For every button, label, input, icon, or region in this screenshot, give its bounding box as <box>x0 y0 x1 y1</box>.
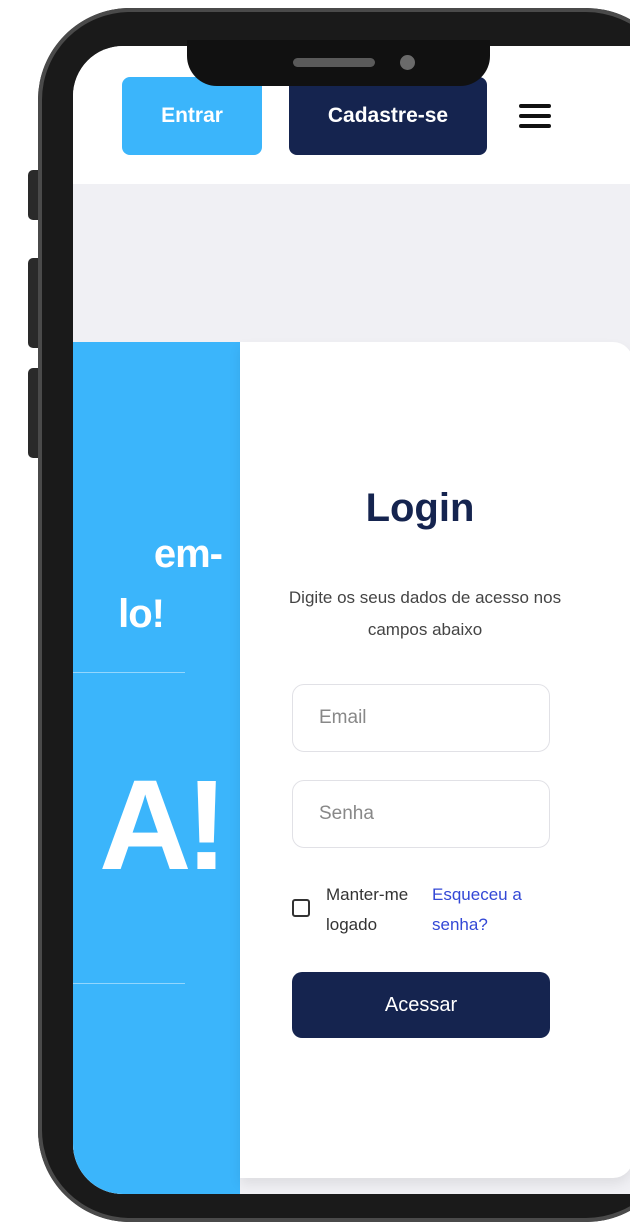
senha-input[interactable] <box>292 780 550 848</box>
menu-bar <box>519 124 551 128</box>
email-input[interactable] <box>292 684 550 752</box>
remember-me: Manter-me logado <box>292 880 426 940</box>
phone-screen: Entrar Cadastre-se em- lo! A! Login Digi… <box>73 46 630 1194</box>
menu-bar <box>519 114 551 118</box>
remember-me-label: Manter-me logado <box>326 885 409 934</box>
forgot-password-link[interactable]: Esqueceu a senha? <box>432 880 542 940</box>
promo-heading-line-1: em- <box>153 532 223 576</box>
acessar-button[interactable]: Acessar <box>292 972 550 1038</box>
menu-bar <box>519 104 551 108</box>
promo-heading-line-2: lo! <box>118 592 165 636</box>
login-subtitle: Digite os seus dados de acesso nos campo… <box>288 588 562 639</box>
promo-divider <box>73 672 185 673</box>
entrar-button[interactable]: Entrar <box>122 77 262 155</box>
promo-panel: em- lo! A! <box>73 342 240 1194</box>
login-title: Login <box>365 486 475 530</box>
front-camera <box>400 55 415 70</box>
login-card: Login Digite os seus dados de acesso nos… <box>240 342 630 1178</box>
promo-divider <box>73 983 185 984</box>
page: Entrar Cadastre-se em- lo! A! Login Digi… <box>0 0 630 1224</box>
promo-logo-text: A! <box>98 754 228 897</box>
remember-me-checkbox[interactable] <box>292 899 310 917</box>
cadastre-se-button[interactable]: Cadastre-se <box>289 77 487 155</box>
speaker-grille <box>293 58 375 67</box>
hamburger-menu-icon[interactable] <box>519 104 551 128</box>
phone-notch <box>187 40 490 86</box>
